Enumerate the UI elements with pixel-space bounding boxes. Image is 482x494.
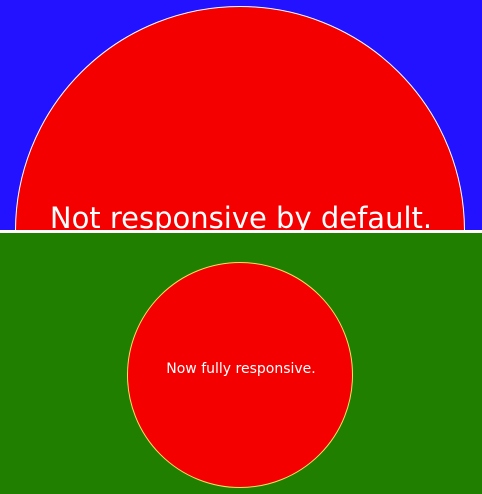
responsive-label: Now fully responsive. — [166, 361, 316, 377]
big-circle — [15, 6, 465, 230]
not-responsive-label: Not responsive by default. — [49, 201, 433, 230]
top-panel: Not responsive by default. — [0, 0, 482, 230]
bottom-panel: Now fully responsive. — [0, 233, 482, 494]
